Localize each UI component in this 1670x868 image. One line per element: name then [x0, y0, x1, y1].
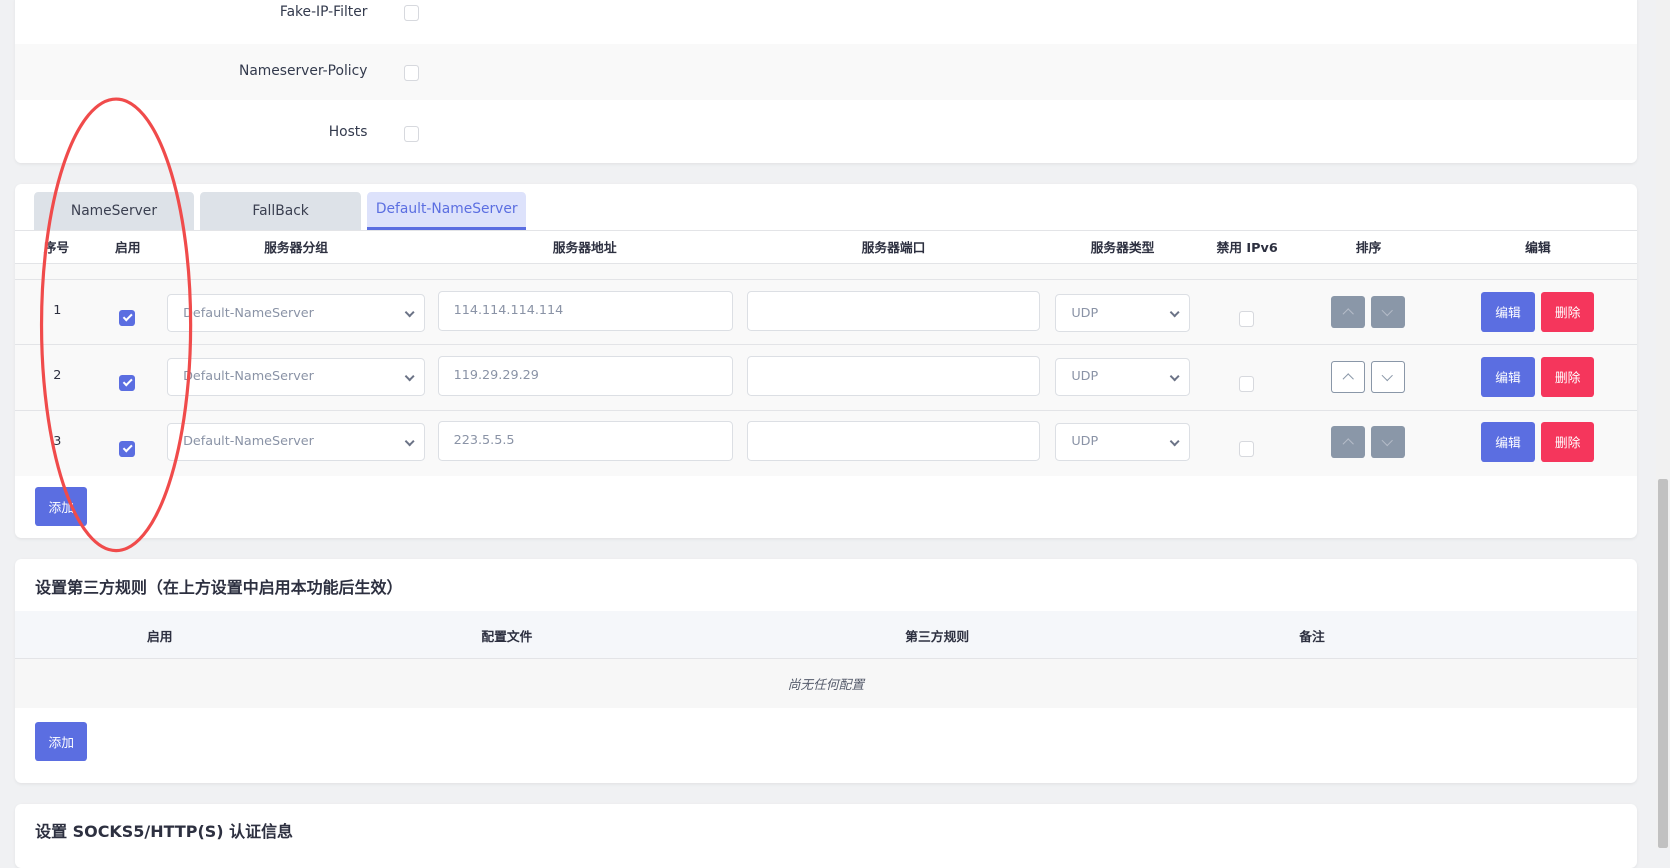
setting-label: Nameserver-Policy	[238, 62, 368, 79]
address-input[interactable]: 119.29.29.29	[437, 355, 733, 397]
type-select[interactable]: UDP	[1055, 293, 1190, 333]
col-enabled: 启用	[146, 630, 173, 646]
setting-row-hosts: Hosts	[14, 100, 1637, 163]
edit-button[interactable]: 编辑	[1481, 356, 1535, 398]
add-rule-button[interactable]: 添加	[35, 722, 88, 762]
tab-default-nameserver[interactable]: Default-NameServer	[367, 191, 527, 230]
type-select[interactable]: UDP	[1055, 357, 1190, 397]
col-rules: 第三方规则	[905, 630, 970, 646]
section-title: 设置 SOCKS5/HTTP(S) 认证信息	[35, 821, 294, 841]
row-index: 3	[53, 434, 62, 450]
edit-button[interactable]: 编辑	[1481, 421, 1535, 463]
setting-row-nameserver-policy: Nameserver-Policy	[14, 43, 1637, 101]
edit-button[interactable]: 编辑	[1481, 291, 1535, 333]
scrollbar[interactable]	[1656, 0, 1670, 848]
address-input[interactable]: 114.114.114.114	[437, 290, 733, 332]
disable-ipv6-checkbox[interactable]	[1238, 310, 1255, 327]
col-index: 序号	[43, 241, 70, 257]
scrollbar-thumb[interactable]	[1658, 479, 1668, 848]
address-input[interactable]: 223.5.5.5	[437, 420, 733, 462]
page: Fake-IP-Filter Nameserver-Policy Hosts N…	[0, 0, 1670, 868]
section-title: 设置第三方规则（在上方设置中启用本功能后生效）	[35, 578, 403, 598]
settings-card: Fake-IP-Filter Nameserver-Policy Hosts	[14, 0, 1637, 163]
table-row: 3 Default-NameServer 223.5.5.5 UDP 编辑 删除	[14, 410, 1637, 476]
delete-button[interactable]: 删除	[1541, 356, 1595, 398]
col-type: 服务器类型	[1090, 241, 1155, 257]
tab-nameserver[interactable]: NameServer	[34, 191, 194, 231]
col-edit: 编辑	[1525, 241, 1551, 257]
chevron-up-icon	[1342, 438, 1355, 450]
add-dns-button[interactable]: 添加	[35, 486, 88, 527]
port-input[interactable]	[746, 420, 1041, 462]
tabs-divider	[14, 230, 1637, 231]
setting-label: Hosts	[328, 123, 368, 140]
type-select[interactable]: UDP	[1055, 422, 1190, 462]
empty-message: 尚无任何配置	[14, 659, 1637, 709]
col-disable-ipv6: 禁用 IPv6	[1216, 241, 1278, 257]
dns-servers-card: NameServer FallBack Default-NameServer 序…	[14, 184, 1637, 538]
row-index: 2	[53, 368, 62, 384]
hosts-checkbox[interactable]	[403, 125, 420, 142]
socks-auth-card: 设置 SOCKS5/HTTP(S) 认证信息	[14, 804, 1637, 868]
delete-button[interactable]: 删除	[1541, 421, 1595, 463]
move-down-button[interactable]	[1370, 295, 1405, 328]
chevron-down-icon	[1381, 368, 1394, 381]
enabled-checkbox[interactable]	[119, 374, 136, 391]
group-select[interactable]: Default-NameServer	[167, 422, 425, 462]
delete-button[interactable]: 删除	[1541, 291, 1595, 333]
move-up-button[interactable]	[1331, 295, 1366, 328]
col-group: 服务器分组	[264, 241, 328, 257]
move-down-button[interactable]	[1370, 360, 1405, 393]
group-select[interactable]: Default-NameServer	[167, 293, 425, 333]
fake-ip-filter-checkbox[interactable]	[403, 5, 420, 22]
nameserver-policy-checkbox[interactable]	[403, 64, 420, 81]
disable-ipv6-checkbox[interactable]	[1238, 375, 1255, 392]
col-address: 服务器地址	[552, 241, 617, 257]
move-down-button[interactable]	[1370, 425, 1405, 458]
table-spacer-row	[14, 263, 1637, 280]
table-row: 1 Default-NameServer 114.114.114.114 UDP…	[14, 279, 1637, 345]
col-config-file: 配置文件	[481, 630, 533, 646]
col-sort: 排序	[1355, 241, 1382, 257]
disable-ipv6-checkbox[interactable]	[1238, 440, 1255, 457]
col-remark: 备注	[1299, 630, 1325, 646]
enabled-checkbox[interactable]	[119, 440, 136, 457]
move-up-button[interactable]	[1331, 425, 1366, 458]
chevron-down-icon	[1381, 433, 1394, 446]
row-index: 1	[53, 303, 62, 319]
tab-fallback[interactable]: FallBack	[200, 191, 362, 231]
port-input[interactable]	[746, 290, 1041, 332]
table-header: 启用 配置文件 第三方规则 备注	[14, 611, 1637, 660]
col-enabled: 启用	[115, 241, 141, 257]
move-up-button[interactable]	[1331, 360, 1366, 393]
chevron-up-icon	[1342, 373, 1355, 386]
group-select[interactable]: Default-NameServer	[167, 357, 425, 397]
chevron-up-icon	[1342, 308, 1355, 321]
table-row: 2 Default-NameServer 119.29.29.29 UDP 编辑…	[14, 343, 1637, 411]
setting-label: Fake-IP-Filter	[279, 4, 368, 21]
port-input[interactable]	[746, 355, 1041, 397]
col-port: 服务器端口	[861, 241, 926, 257]
enabled-checkbox[interactable]	[119, 309, 136, 326]
setting-row-fake-ip-filter: Fake-IP-Filter	[14, 0, 1637, 44]
third-party-rules-card: 设置第三方规则（在上方设置中启用本功能后生效） 启用 配置文件 第三方规则 备注…	[14, 559, 1637, 783]
chevron-down-icon	[1381, 303, 1394, 316]
